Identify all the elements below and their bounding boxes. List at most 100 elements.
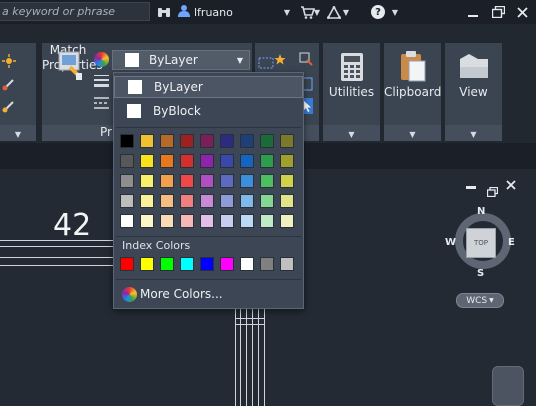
viewport-minimize-icon[interactable] (466, 186, 476, 189)
panel-footer[interactable]: ▼ (323, 125, 380, 141)
color-swatch-cell[interactable] (160, 194, 174, 208)
quick-select-icon[interactable] (299, 51, 313, 66)
more-colors-button[interactable]: More Colors... (122, 285, 223, 303)
color-swatch-cell[interactable] (260, 194, 274, 208)
index-color-cell[interactable] (280, 257, 294, 271)
color-swatch-cell[interactable] (220, 214, 234, 228)
color-swatch-cell[interactable] (260, 154, 274, 168)
color-swatch-cell[interactable] (120, 134, 134, 148)
compass-east[interactable]: E (508, 237, 515, 248)
color-swatch-cell[interactable] (200, 194, 214, 208)
color-swatch-cell[interactable] (160, 134, 174, 148)
chevron-down-icon[interactable]: ▼ (313, 3, 321, 21)
restore-icon[interactable] (490, 3, 506, 21)
compass-north[interactable]: N (477, 206, 485, 217)
color-swatch-cell[interactable] (220, 174, 234, 188)
viewport-close-icon[interactable] (506, 179, 516, 194)
color-swatch-cell[interactable] (180, 214, 194, 228)
color-swatch-cell[interactable] (200, 214, 214, 228)
index-color-cell[interactable] (180, 257, 194, 271)
color-swatch-cell[interactable] (240, 134, 254, 148)
color-swatch-cell[interactable] (120, 154, 134, 168)
help-icon[interactable]: ? (370, 3, 386, 21)
color-swatch-cell[interactable] (140, 154, 154, 168)
color-swatch-cell[interactable] (160, 154, 174, 168)
color-swatch-cell[interactable] (140, 194, 154, 208)
color-swatch-cell[interactable] (180, 174, 194, 188)
match-properties-icon[interactable] (58, 51, 84, 80)
sun-icon[interactable] (2, 53, 16, 68)
panel-footer[interactable]: ▼ (384, 125, 441, 141)
color-combo[interactable]: ByLayer ▼ (112, 50, 250, 70)
color-swatch-cell[interactable] (120, 194, 134, 208)
chevron-down-icon[interactable]: ▼ (342, 3, 350, 21)
brush-icon[interactable] (2, 98, 16, 113)
color-swatch-cell[interactable] (280, 154, 294, 168)
clipboard-icon[interactable] (400, 50, 426, 86)
view-label[interactable]: View (445, 85, 502, 99)
chevron-down-icon[interactable]: ▼ (391, 3, 399, 21)
color-swatch-cell[interactable] (160, 174, 174, 188)
panel-footer[interactable]: ▼ (445, 125, 502, 141)
color-swatch-cell[interactable] (140, 134, 154, 148)
brush-icon[interactable] (2, 76, 16, 91)
user-account[interactable]: lfruano (178, 3, 273, 21)
color-swatch-cell[interactable] (240, 214, 254, 228)
utilities-label[interactable]: Utilities (323, 85, 380, 99)
color-swatch-cell[interactable] (280, 214, 294, 228)
binoculars-icon[interactable] (155, 3, 173, 21)
index-color-cell[interactable] (200, 257, 214, 271)
user-name: lfruano (194, 5, 233, 19)
viewport-restore-icon[interactable] (486, 182, 499, 198)
color-swatch-cell[interactable] (240, 194, 254, 208)
color-swatch-cell[interactable] (220, 134, 234, 148)
select-star-icon[interactable] (258, 53, 288, 69)
color-swatch-cell[interactable] (200, 154, 214, 168)
color-swatch-cell[interactable] (160, 214, 174, 228)
search-box[interactable] (0, 2, 150, 21)
search-input[interactable] (2, 5, 120, 18)
color-swatch-cell[interactable] (120, 174, 134, 188)
color-swatch-cell[interactable] (260, 134, 274, 148)
index-color-cell[interactable] (140, 257, 154, 271)
minimize-icon[interactable] (465, 3, 481, 21)
color-swatch-cell[interactable] (280, 174, 294, 188)
index-color-cell[interactable] (240, 257, 254, 271)
view-icon[interactable] (459, 53, 489, 83)
color-option-byblock[interactable]: ByBlock (114, 100, 303, 122)
color-swatch-cell[interactable] (180, 154, 194, 168)
calculator-icon[interactable] (340, 52, 364, 86)
index-color-cell[interactable] (120, 257, 134, 271)
close-icon[interactable] (514, 3, 530, 21)
chevron-down-icon[interactable]: ▼ (282, 3, 292, 21)
viewcube-top-face[interactable]: TOP (466, 228, 496, 258)
color-swatch-cell[interactable] (240, 154, 254, 168)
wcs-menu[interactable]: WCS ▼ (456, 293, 504, 308)
compass-south[interactable]: S (477, 268, 484, 279)
color-swatch-cell[interactable] (280, 194, 294, 208)
compass-west[interactable]: W (445, 237, 456, 248)
color-swatch-cell[interactable] (200, 174, 214, 188)
color-swatch-cell[interactable] (120, 214, 134, 228)
index-color-cell[interactable] (220, 257, 234, 271)
color-swatch-cell[interactable] (180, 194, 194, 208)
color-swatch-cell[interactable] (140, 214, 154, 228)
index-color-cell[interactable] (260, 257, 274, 271)
color-swatch-cell[interactable] (220, 194, 234, 208)
navigation-bar[interactable] (492, 366, 524, 406)
color-swatch-cell[interactable] (240, 174, 254, 188)
color-swatch-cell[interactable] (260, 174, 274, 188)
color-option-bylayer[interactable]: ByLayer (114, 76, 303, 98)
color-swatch-cell[interactable] (140, 174, 154, 188)
clipboard-label[interactable]: Clipboard (384, 85, 441, 99)
autodesk-app-icon[interactable] (325, 3, 343, 21)
color-swatch-cell[interactable] (220, 154, 234, 168)
color-swatch-cell[interactable] (260, 214, 274, 228)
properties-panel-label[interactable]: Pr (100, 125, 112, 139)
index-color-cell[interactable] (160, 257, 174, 271)
color-swatch-cell[interactable] (280, 134, 294, 148)
panel-footer[interactable]: ▼ (0, 125, 36, 141)
color-option-label: ByLayer (154, 80, 203, 94)
color-swatch-cell[interactable] (180, 134, 194, 148)
color-swatch-cell[interactable] (200, 134, 214, 148)
